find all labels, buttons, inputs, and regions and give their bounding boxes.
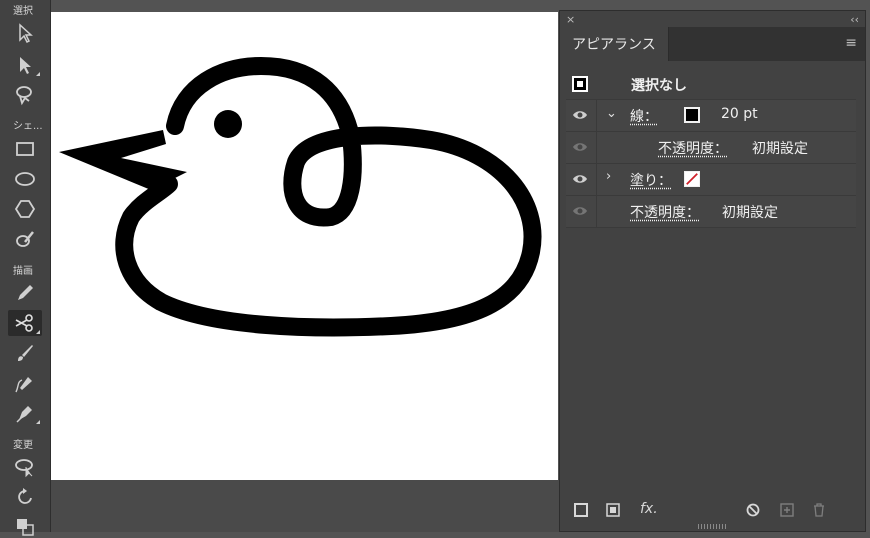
scale-tool[interactable]: [8, 512, 42, 538]
eye-icon[interactable]: [572, 140, 588, 154]
panel-collapse-button[interactable]: ‹‹: [850, 13, 859, 26]
warp-icon: [15, 459, 33, 478]
paintbrush-icon: [18, 345, 33, 361]
appearance-bottom-toolbar: fx.: [566, 499, 856, 523]
scale-icon: [17, 519, 34, 536]
direct-selection-tool[interactable]: [8, 20, 42, 46]
stroke-opacity-value: 初期設定: [752, 141, 808, 157]
tool-flyout-indicator: [36, 72, 40, 76]
ellipse-icon: [15, 172, 35, 186]
shaper-icon: [16, 231, 34, 247]
scissors-icon: [15, 314, 33, 332]
selection-tool[interactable]: [8, 52, 42, 78]
direct-selection-icon: [19, 23, 33, 44]
duplicate-item-icon[interactable]: [780, 503, 794, 517]
trash-icon[interactable]: [812, 503, 826, 517]
paintbrush-tool[interactable]: [8, 340, 42, 366]
appearance-rows: 選択なし ⌄ 線： 20 pt 不透明度： 初期設定 › 塗り： 不透明度： 初…: [566, 69, 856, 228]
clear-appearance-icon[interactable]: [746, 503, 760, 517]
panel-close-button[interactable]: ×: [566, 13, 575, 26]
free-transform-tool[interactable]: [8, 454, 42, 480]
fill-row[interactable]: › 塗り：: [566, 164, 856, 196]
pen-tool[interactable]: [8, 400, 42, 426]
stroke-opacity-row[interactable]: 不透明度： 初期設定: [566, 132, 856, 164]
duck-body-stroke[interactable]: [115, 126, 542, 337]
stroke-color-swatch[interactable]: [684, 107, 700, 123]
panel-tabbar: アピアランス ≡: [560, 27, 865, 61]
add-new-fill-icon[interactable]: [606, 503, 620, 517]
tool-flyout-indicator: [36, 420, 40, 424]
tools-panel: 選択 シェ... 描画 変更: [0, 0, 51, 536]
tool-flyout-indicator: [36, 330, 40, 334]
row-divider: [596, 132, 597, 163]
stroke-opacity-label[interactable]: 不透明度：: [658, 138, 728, 158]
document-canvas[interactable]: [51, 0, 559, 532]
scissors-tool[interactable]: [8, 310, 42, 336]
row-divider: [596, 196, 597, 227]
stroke-row[interactable]: ⌄ 線： 20 pt: [566, 100, 856, 132]
add-new-stroke-icon[interactable]: [574, 503, 588, 517]
ellipse-tool[interactable]: [8, 166, 42, 192]
rotate-icon: [18, 488, 32, 504]
curvature-tool[interactable]: [8, 370, 42, 396]
rectangle-icon: [16, 142, 34, 156]
pasteboard: [51, 480, 559, 532]
duck-head-stroke[interactable]: [166, 56, 360, 146]
object-thumbnail-icon: [572, 76, 588, 92]
eye-icon[interactable]: [572, 108, 588, 122]
section-select-label: 選択: [13, 6, 33, 17]
selection-arrow-icon: [20, 57, 31, 74]
row-divider: [596, 100, 597, 131]
fill-none-swatch[interactable]: [684, 171, 700, 187]
lasso-tool[interactable]: [8, 82, 42, 108]
fx-effects-button[interactable]: fx.: [640, 501, 658, 517]
selection-status-label: 選択なし: [631, 78, 687, 94]
panel-titlebar: × ‹‹: [560, 11, 865, 27]
appearance-header-row: 選択なし: [566, 69, 856, 100]
section-shape-label: シェ...: [13, 121, 43, 132]
lasso-icon: [16, 86, 32, 106]
pencil-icon: [18, 285, 33, 300]
row-divider: [596, 164, 597, 195]
duck-eye[interactable]: [214, 110, 242, 138]
rotate-tool[interactable]: [8, 484, 42, 510]
duck-artwork[interactable]: [51, 12, 558, 480]
fill-label[interactable]: 塗り：: [630, 170, 672, 190]
opacity-label[interactable]: 不透明度：: [630, 202, 700, 222]
pen-icon: [16, 406, 32, 423]
panel-menu-icon[interactable]: ≡: [845, 36, 857, 50]
eye-icon[interactable]: [572, 204, 588, 218]
artboard[interactable]: [51, 12, 558, 480]
stroke-weight-value[interactable]: 20 pt: [721, 106, 758, 122]
section-transform-label: 変更: [13, 440, 33, 451]
eye-icon[interactable]: [572, 172, 588, 186]
pencil-tool[interactable]: [8, 280, 42, 306]
tab-appearance[interactable]: アピアランス: [560, 27, 669, 61]
opacity-value: 初期設定: [722, 205, 778, 221]
section-draw-label: 描画: [13, 266, 33, 277]
shaper-tool[interactable]: [8, 226, 42, 252]
polygon-tool[interactable]: [8, 196, 42, 222]
appearance-panel: × ‹‹ アピアランス ≡ 選択なし ⌄ 線： 20 pt 不透明度： 初期設定: [559, 10, 866, 532]
panel-resize-grip[interactable]: [698, 524, 726, 529]
rectangle-tool[interactable]: [8, 136, 42, 162]
chevron-right-icon[interactable]: ›: [606, 169, 611, 184]
pen-curve-icon: [15, 377, 32, 393]
chevron-down-icon[interactable]: ⌄: [606, 106, 617, 121]
polygon-icon: [14, 200, 36, 218]
opacity-row[interactable]: 不透明度： 初期設定: [566, 196, 856, 228]
stroke-label[interactable]: 線：: [630, 106, 658, 126]
